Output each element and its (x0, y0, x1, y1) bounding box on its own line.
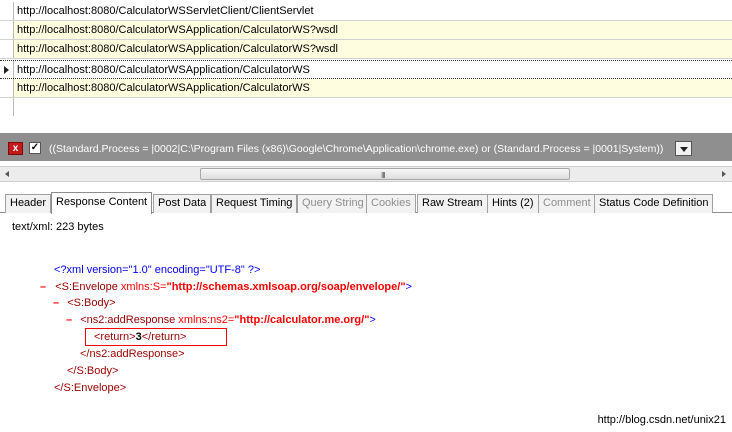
xml-attr-value: "http://calculator.me.org/" (234, 314, 370, 326)
tab-query-string[interactable]: Query String (297, 194, 369, 213)
session-row[interactable]: http://localhost:8080/CalculatorWSApplic… (0, 40, 732, 59)
xml-add-response-close-tag: </ns2:addResponse> (80, 348, 185, 360)
session-url: http://localhost:8080/CalculatorWSApplic… (17, 82, 310, 94)
xml-return-open-tag: <return> (94, 331, 136, 343)
xml-return-close-tag: </return> (141, 331, 187, 343)
session-list: http://localhost:8080/CalculatorWSServle… (0, 0, 732, 116)
row-gutter (0, 2, 14, 20)
xml-envelope-line: – <S:Envelope xmlns:S="http://schemas.xm… (40, 279, 412, 295)
xml-bracket: > (369, 314, 376, 326)
xml-attr-name: xmlns:S= (117, 281, 167, 293)
xml-add-response-line: – <ns2:addResponse xmlns:ns2="http://cal… (66, 312, 376, 328)
arrow-right-icon (722, 171, 726, 177)
filter-expression[interactable]: ((Standard.Process = |0002|C:\Program Fi… (49, 143, 663, 155)
collapse-icon[interactable]: – (53, 297, 59, 309)
session-row[interactable]: http://localhost:8080/CalculatorWSServle… (0, 2, 732, 21)
filter-dropdown-button[interactable] (675, 141, 692, 156)
watermark-text: http://blog.csdn.net/unix21 (597, 414, 726, 426)
session-row[interactable]: http://localhost:8080/CalculatorWSApplic… (0, 79, 732, 98)
scroll-left-button[interactable] (1, 167, 15, 181)
xml-attr-value: "http://schemas.xmlsoap.org/soap/envelop… (166, 281, 406, 293)
horizontal-scrollbar[interactable]: III (0, 166, 732, 182)
tab-hints[interactable]: Hints (2) (487, 194, 539, 213)
xml-attr-name: xmlns:ns2= (175, 314, 235, 326)
row-gutter (0, 40, 14, 58)
close-filter-icon[interactable]: x (8, 142, 23, 155)
tab-response-content[interactable]: Response Content (51, 192, 153, 214)
session-row-empty (0, 98, 732, 116)
inspector-tab-strip: Header Response Content Post Data Reques… (0, 192, 732, 214)
collapse-icon[interactable]: – (40, 281, 46, 293)
row-gutter (0, 98, 14, 116)
xml-body-line: – <S:Body> (53, 295, 116, 311)
xml-add-response-open-tag: <ns2:addResponse (80, 314, 176, 326)
session-url: http://localhost:8080/CalculatorWSApplic… (17, 64, 310, 76)
tab-raw-stream[interactable]: Raw Stream (417, 194, 488, 213)
xml-return-line: <return>3</return> (94, 329, 186, 345)
filter-enabled-checkbox[interactable]: ✓ (29, 142, 41, 154)
session-row-selected[interactable]: http://localhost:8080/CalculatorWSApplic… (0, 60, 732, 79)
grip-icon: III (381, 171, 386, 180)
tab-post-data[interactable]: Post Data (153, 194, 212, 213)
session-url: http://localhost:8080/CalculatorWSServle… (17, 5, 314, 17)
chevron-down-icon (680, 147, 688, 152)
tab-cookies[interactable]: Cookies (366, 194, 416, 213)
tab-comment[interactable]: Comment (538, 194, 596, 213)
row-gutter (0, 61, 14, 78)
row-pointer-icon (4, 66, 9, 74)
tab-status-code-definition[interactable]: Status Code Definition (594, 194, 714, 213)
scroll-right-button[interactable] (717, 167, 731, 181)
collapse-icon[interactable]: – (66, 314, 72, 326)
xml-body-close-tag: </S:Body> (67, 365, 119, 377)
filter-bar: x ✓ ((Standard.Process = |0002|C:\Progra… (0, 133, 732, 161)
session-row[interactable]: http://localhost:8080/CalculatorWSApplic… (0, 21, 732, 40)
arrow-left-icon (5, 171, 9, 177)
content-type-label: text/xml: 223 bytes (12, 221, 104, 233)
tab-request-timing[interactable]: Request Timing (211, 194, 298, 213)
xml-declaration: <?xml version="1.0" encoding="UTF-8" ?> (54, 264, 261, 276)
row-gutter (0, 79, 14, 97)
xml-body-open-tag: <S:Body> (67, 297, 116, 309)
session-url: http://localhost:8080/CalculatorWSApplic… (17, 24, 338, 36)
xml-bracket: > (405, 281, 412, 293)
session-url: http://localhost:8080/CalculatorWSApplic… (17, 43, 338, 55)
scrollbar-thumb[interactable]: III (200, 168, 570, 180)
xml-envelope-open-tag: <S:Envelope (55, 281, 118, 293)
tab-header[interactable]: Header (5, 194, 52, 213)
xml-envelope-close-tag: </S:Envelope> (54, 382, 127, 394)
row-gutter (0, 21, 14, 39)
